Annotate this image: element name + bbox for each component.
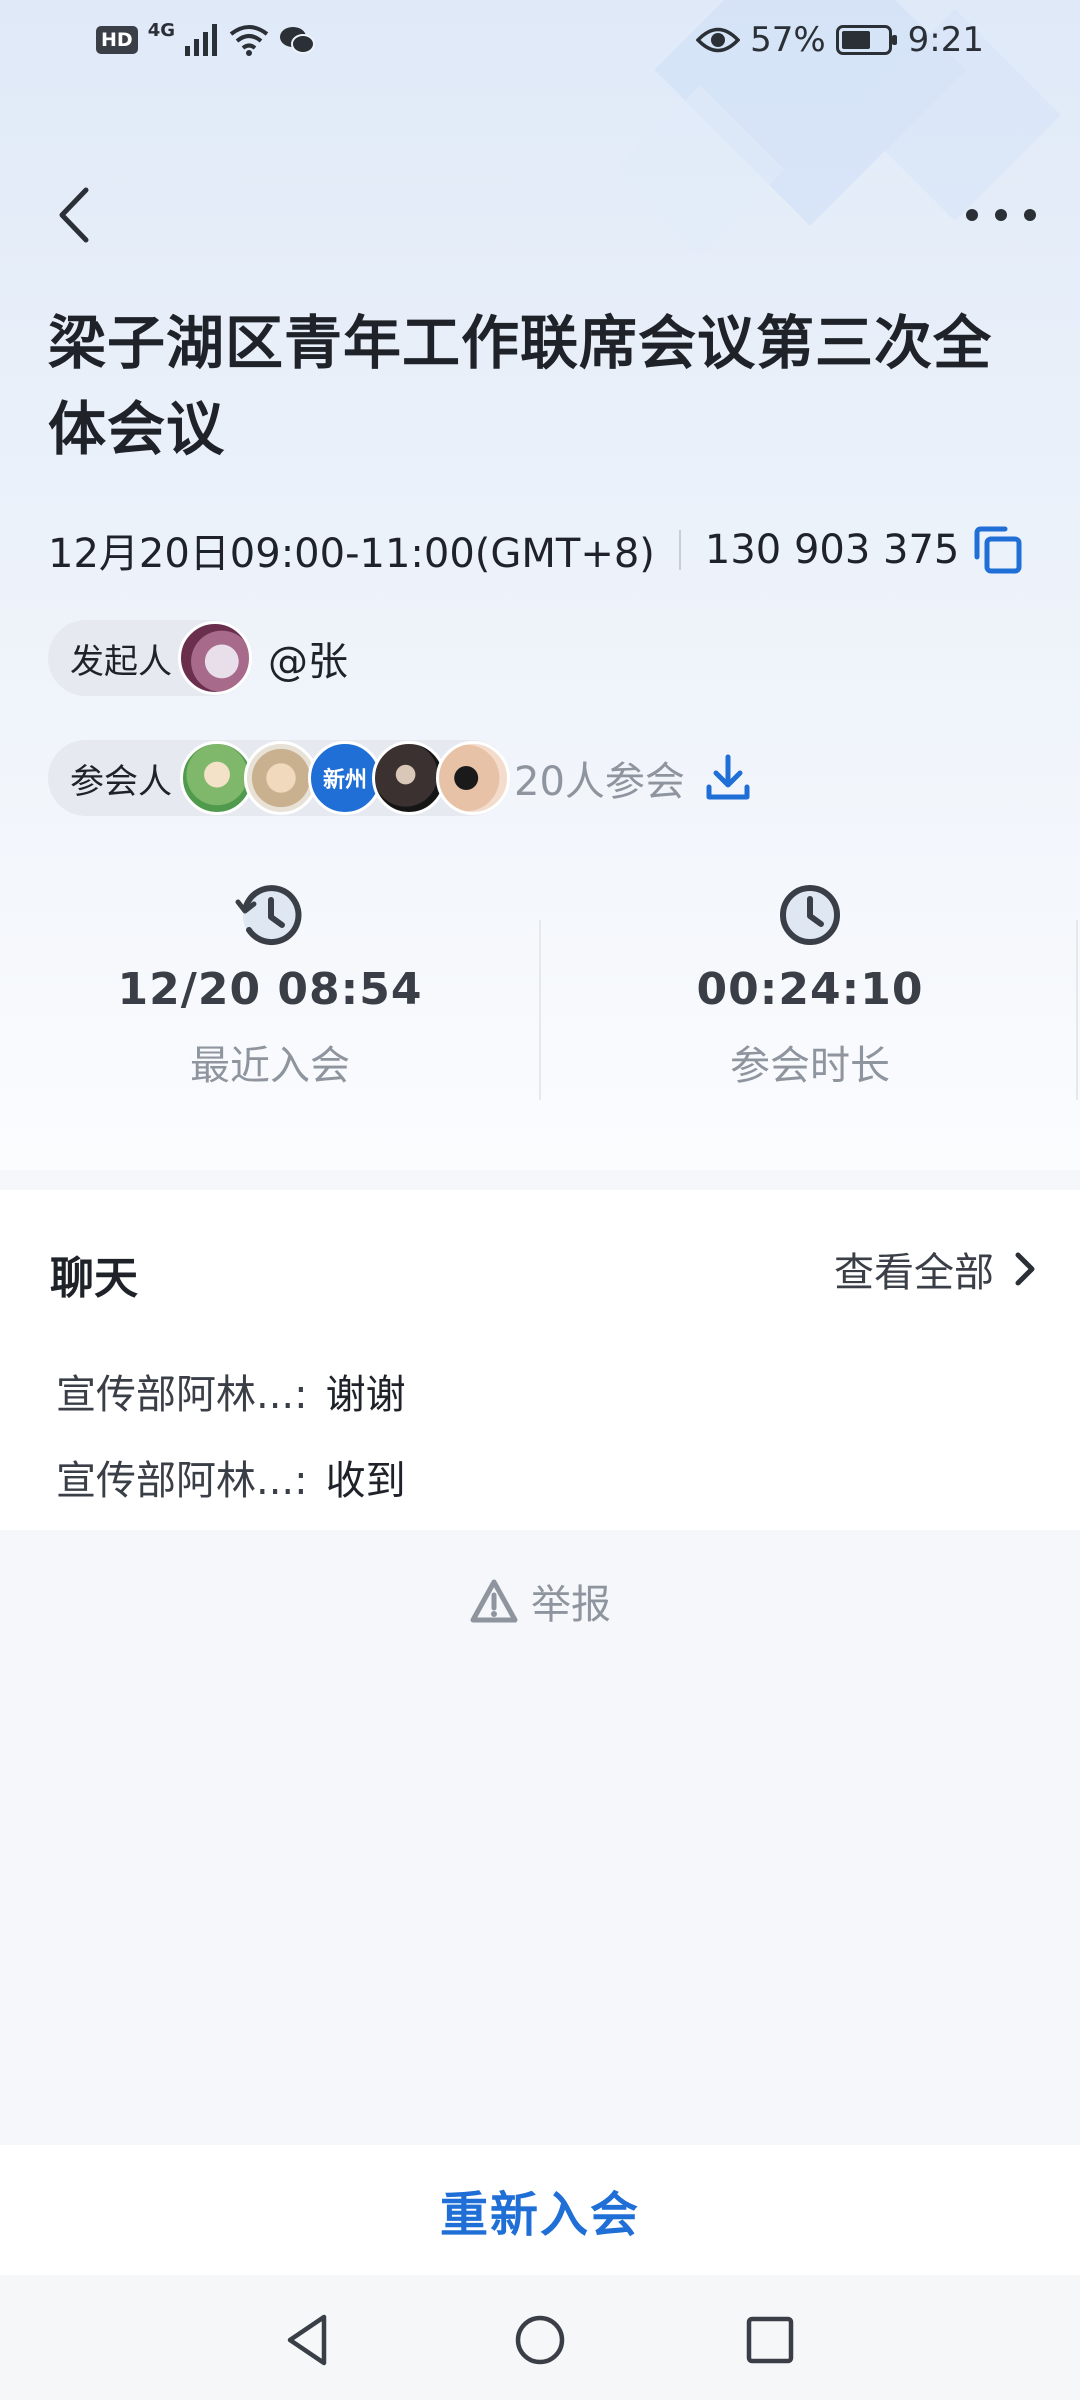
attendee-avatars: 新州 [176,741,510,815]
eye-icon [696,27,741,53]
warning-icon [470,1579,518,1623]
attendees-chip[interactable]: 参会人 新州 [48,740,510,816]
download-icon[interactable] [703,753,753,803]
bottom-action-bar: 重新入会 [0,2145,1080,2275]
history-clock-icon [235,885,302,946]
meta-divider [678,530,681,570]
meeting-id: 130 903 375 [704,527,960,573]
nav-recents-icon[interactable] [735,2305,805,2375]
back-arrow-icon[interactable] [48,180,98,250]
host-row[interactable]: 发起人 @张 [48,620,348,696]
signal-icon [185,24,217,56]
host-chip-label: 发起人 [70,641,172,682]
host-chip[interactable]: 发起人 [48,620,252,696]
meeting-time: 12月20日09:00-11:00(GMT+8) [48,531,655,577]
clock-icon [780,885,840,945]
hd-badge: HD [96,26,138,54]
more-dot [995,209,1007,221]
nav-home-icon[interactable] [505,2305,575,2375]
stat-last-join: 12/20 08:54 最近入会 [0,880,540,1091]
status-left: HD 4G [96,18,315,62]
meeting-title: 梁子湖区青年工作联席会议第三次全体会议 [48,309,993,463]
chat-message[interactable]: 宣传部阿林...: 收到 [56,1448,406,1506]
attendees-chip-label: 参会人 [70,761,172,802]
battery-fill [841,31,871,49]
attendee-count: 20人参会 [514,759,685,805]
duration-label: 参会时长 [730,1043,890,1089]
nav-back-icon[interactable] [272,2305,342,2375]
host-name: @张 [268,639,348,685]
avatar [244,741,318,815]
avatar: 新州 [308,741,382,815]
chat-message[interactable]: 宣传部阿林...: 谢谢 [56,1362,406,1420]
message-sender: 宣传部阿林...: [56,1372,308,1418]
last-join-value: 12/20 08:54 [117,964,423,1015]
message-text: 谢谢 [325,1372,406,1418]
avatar [180,741,254,815]
view-all-label: 查看全部 [834,1250,994,1296]
clock-time: 9:21 [907,20,984,60]
view-all-button[interactable]: 查看全部 [834,1240,1040,1298]
message-sender: 宣传部阿林...: [56,1458,308,1504]
more-options-icon[interactable] [966,195,1036,235]
wechat-icon [280,27,315,54]
avatar [436,741,510,815]
last-join-label: 最近入会 [190,1043,350,1089]
chat-title: 聊天 [48,1242,138,1312]
meeting-meta: 12月20日09:00-11:00(GMT+8) 130 903 375 [48,522,1025,578]
status-bar: HD 4G 57% 9:21 [0,0,1080,80]
more-dot [1024,209,1036,221]
attendees-row[interactable]: 参会人 新州 20人参会 [48,740,753,816]
report-label: 举报 [531,1582,611,1628]
host-avatar [178,621,252,695]
status-right: 57% 9:21 [696,18,984,62]
stats-divider [1076,920,1078,1100]
network-label: 4G [147,20,175,41]
system-navigation-bar [0,2275,1080,2400]
stat-duration: 00:24:10 参会时长 [540,880,1080,1091]
rejoin-button[interactable]: 重新入会 [440,2175,640,2245]
chat-card: 聊天 查看全部 宣传部阿林...: 谢谢 宣传部阿林...: 收到 [0,1190,1080,1530]
message-text: 收到 [325,1458,406,1504]
chevron-right-icon [1015,1252,1035,1286]
meeting-stats: 12/20 08:54 最近入会 00:24:10 参会时长 [0,880,1080,1110]
duration-value: 00:24:10 [696,964,924,1015]
more-dot [966,209,978,221]
copy-icon[interactable] [971,523,1025,577]
report-button[interactable]: 举报 [0,1572,1080,1630]
avatar [372,741,446,815]
battery-percent: 57% [750,20,826,60]
wifi-icon [229,25,269,56]
battery-icon [835,25,897,55]
